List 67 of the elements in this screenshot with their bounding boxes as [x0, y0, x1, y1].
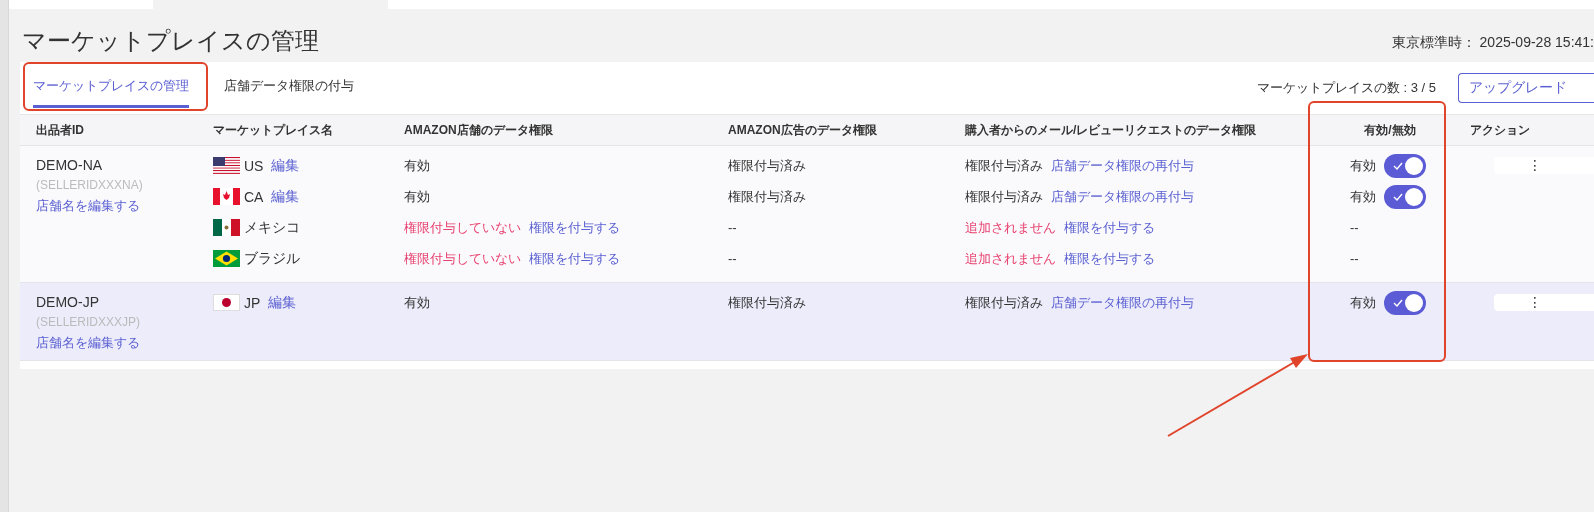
column-header: マーケットプレイス名: [213, 121, 333, 139]
grant-link[interactable]: 権限を付与する: [1064, 249, 1155, 268]
toggle-switch[interactable]: [1384, 290, 1426, 315]
status-text: 有効: [404, 187, 430, 206]
upgrade-button[interactable]: アップグレード: [1458, 73, 1594, 103]
toggle-label: 有効: [1350, 156, 1376, 175]
status-text: 権限付与していない: [404, 218, 521, 237]
more-button[interactable]: ⋮: [1494, 157, 1594, 174]
toggle-label: 有効: [1350, 187, 1376, 206]
column-header: AMAZON広告のデータ権限: [728, 121, 877, 139]
marketplace-name: CA: [244, 188, 264, 205]
seller-id: DEMO-JP: [36, 294, 100, 310]
seller-code: (SELLERIDXXXJP): [36, 315, 142, 329]
edit-store-link[interactable]: 店舗名を編集する: [36, 197, 213, 215]
grant-link[interactable]: 店舗データ権限の再付与: [1051, 156, 1194, 175]
status-text: 権限付与済み: [728, 293, 806, 312]
marketplace-count: マーケットプレイスの数 : 3 / 5: [1256, 79, 1436, 97]
edit-link[interactable]: 編集: [268, 293, 297, 312]
marketplace-name: JP: [244, 294, 261, 311]
marketplace-name: ブラジル: [244, 249, 300, 268]
grant-link[interactable]: 店舗データ権限の再付与: [1051, 187, 1194, 206]
status-text: 権限付与済み: [728, 187, 806, 206]
status-text: 権限付与していない: [404, 249, 521, 268]
flag-icon: [213, 188, 240, 205]
more-button[interactable]: ⋮: [1494, 294, 1594, 311]
toggle-switch[interactable]: [1384, 153, 1426, 178]
marketplace-name: メキシコ: [244, 218, 300, 237]
clock-text: 東京標準時： 2025-09-28 15:41:: [1391, 34, 1594, 52]
status-text: 有効: [404, 156, 430, 175]
status-text: 追加されません: [965, 218, 1056, 237]
grant-link[interactable]: 権限を付与する: [529, 249, 620, 268]
edit-store-link[interactable]: 店舗名を編集する: [36, 334, 213, 352]
column-header: 有効/無効: [1364, 121, 1416, 139]
empty-value: --: [1350, 251, 1359, 266]
column-header: 出品者ID: [36, 121, 84, 139]
status-text: 権限付与済み: [965, 156, 1043, 175]
status-text: 権限付与済み: [965, 187, 1043, 206]
seller-id: DEMO-NA: [36, 157, 104, 173]
status-text: --: [728, 220, 737, 235]
status-text: 権限付与済み: [728, 156, 806, 175]
grant-link[interactable]: 権限を付与する: [529, 218, 620, 237]
status-text: --: [728, 251, 737, 266]
tab[interactable]: マーケットプレイスの管理: [33, 68, 189, 108]
check-icon: [1393, 161, 1403, 170]
seller-code: (SELLERIDXXXNA): [36, 178, 144, 192]
flag-icon: [213, 294, 240, 311]
flag-icon: [213, 250, 240, 267]
grant-link[interactable]: 店舗データ権限の再付与: [1051, 293, 1194, 312]
check-icon: [1393, 298, 1403, 307]
edit-link[interactable]: 編集: [271, 156, 300, 175]
edit-link[interactable]: 編集: [271, 187, 300, 206]
status-text: 有効: [404, 293, 430, 312]
tab[interactable]: 店舗データ権限の付与: [224, 68, 354, 108]
column-header: アクション: [1470, 121, 1530, 139]
status-text: 追加されません: [965, 249, 1056, 268]
check-icon: [1393, 192, 1403, 201]
column-header: AMAZON店舗のデータ権限: [404, 121, 553, 139]
column-header: 購入者からのメール/レビューリクエストのデータ権限: [965, 121, 1257, 139]
empty-value: --: [1350, 220, 1359, 235]
grant-link[interactable]: 権限を付与する: [1064, 218, 1155, 237]
page-title: マーケットプレイスの管理: [22, 26, 319, 56]
marketplace-name: US: [244, 157, 264, 174]
flag-icon: [213, 157, 240, 174]
toggle-label: 有効: [1350, 293, 1376, 312]
flag-icon: [213, 219, 240, 236]
toggle-switch[interactable]: [1384, 184, 1426, 209]
status-text: 権限付与済み: [965, 293, 1043, 312]
